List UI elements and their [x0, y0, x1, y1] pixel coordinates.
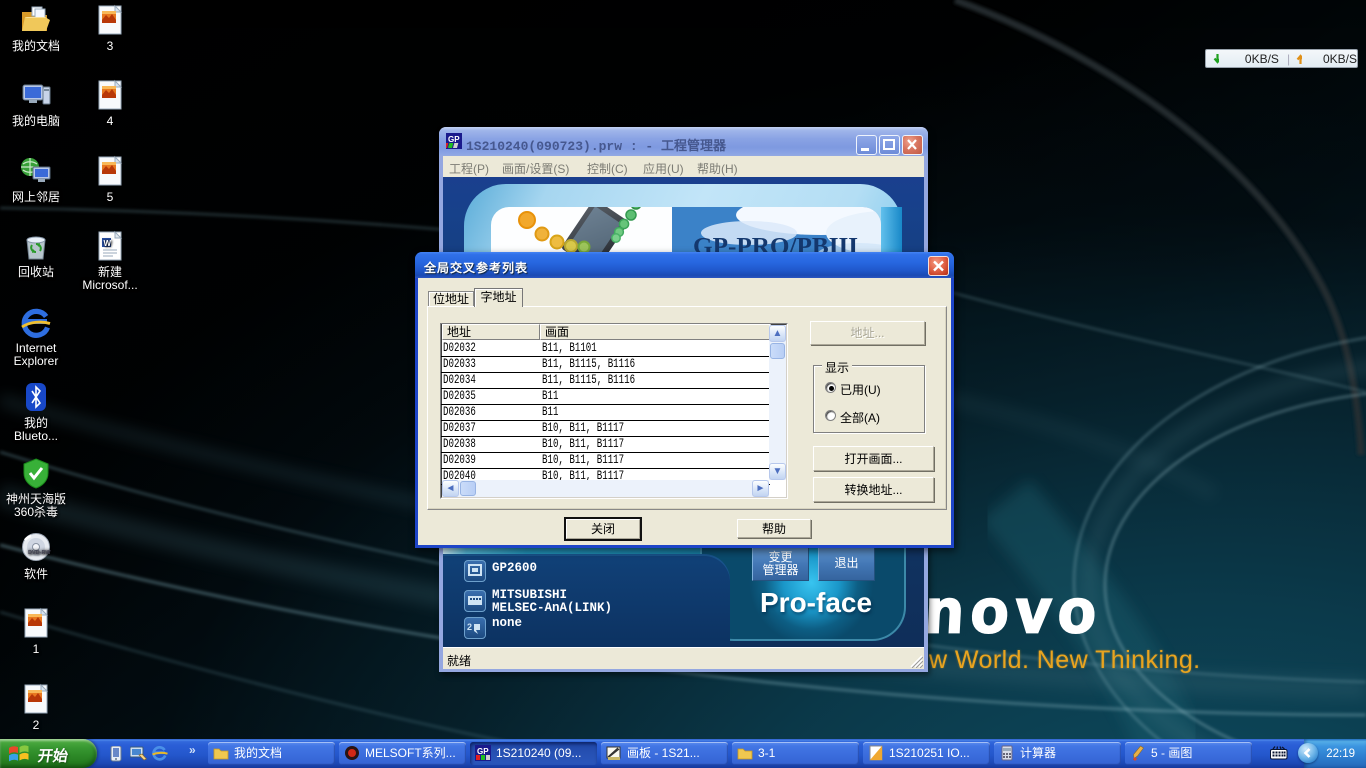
svg-text:2: 2	[467, 622, 472, 632]
svg-text:GP: GP	[477, 747, 489, 756]
svg-text:GP: GP	[448, 135, 460, 144]
svg-text:W: W	[104, 239, 112, 248]
svg-text:DVD-RW: DVD-RW	[28, 550, 51, 556]
